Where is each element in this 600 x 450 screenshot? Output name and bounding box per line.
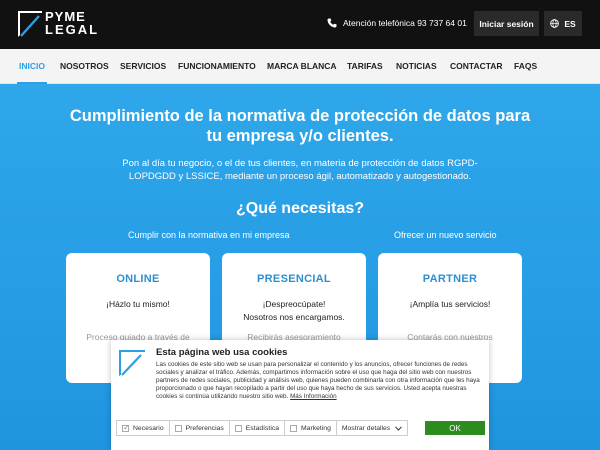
nav-item-funcionamiento[interactable]: FUNCIONAMIENTO [178, 49, 256, 84]
nav-item-noticias[interactable]: NOTICIAS [396, 49, 437, 84]
option-necesario: Necesario [117, 421, 170, 435]
marketing-checkbox[interactable] [290, 424, 298, 432]
cookie-logo-icon [119, 350, 145, 376]
login-button[interactable]: Iniciar sesión [474, 11, 539, 36]
option-label: Preferencias [185, 424, 224, 432]
card-subtitle: ¡Amplía tus servicios! [409, 299, 491, 309]
more-info-link[interactable]: Más Información [290, 393, 337, 400]
subheading-new-service: Ofrecer un nuevo servicio [394, 230, 497, 240]
nav-item-contactar[interactable]: CONTACTAR [450, 49, 503, 84]
cookie-title: Esta página web usa cookies [156, 347, 288, 358]
option-label: Estadística [245, 424, 280, 432]
option-label: Necesario [133, 424, 164, 432]
details-label: Mostrar detalles [341, 424, 391, 432]
nav-item-inicio[interactable]: INICIO [17, 49, 47, 84]
subheading-own-company: Cumplir con la normativa en mi empresa [128, 230, 290, 240]
option-label: Marketing [301, 424, 331, 432]
language-selector[interactable]: ES [544, 11, 582, 36]
option-marketing[interactable]: Marketing [285, 421, 337, 435]
logo-mark-icon [18, 11, 42, 37]
cookie-ok-button[interactable]: OK [425, 421, 485, 435]
option-estadistica[interactable]: Estadística [230, 421, 286, 435]
language-label: ES [564, 18, 576, 29]
question-heading: ¿Qué necesitas? [235, 200, 365, 217]
nav-item-faqs[interactable]: FAQS [514, 49, 537, 84]
phone-icon [327, 18, 337, 28]
phone-contact[interactable]: Atención telefónica 93 737 64 01 [327, 18, 467, 28]
nav-item-nosotros[interactable]: NOSOTROS [60, 49, 109, 84]
preferencias-checkbox[interactable] [174, 424, 182, 432]
nav-item-tarifas[interactable]: TARIFAS [347, 49, 383, 84]
nav-item-servicios[interactable]: SERVICIOS [120, 49, 166, 84]
cookie-preferences: Necesario Preferencias Estadística Marke… [116, 420, 409, 436]
main-nav: INICIO NOSOTROS SERVICIOS FUNCIONAMIENTO… [0, 49, 600, 84]
card-title: PARTNER [422, 273, 478, 285]
option-preferencias[interactable]: Preferencias [170, 421, 230, 435]
nav-item-marca-blanca[interactable]: MARCA BLANCA [267, 49, 337, 84]
top-bar: PYME LEGAL Atención telefónica 93 737 64… [0, 0, 600, 49]
hero-title: Cumplimiento de la normativa de protecci… [69, 107, 531, 145]
cookie-banner: Esta página web usa cookies Las cookies … [111, 340, 489, 450]
cookie-text: Las cookies de este sitio web se usan pa… [156, 361, 484, 401]
card-title: ONLINE [116, 273, 160, 285]
estadistica-checkbox[interactable] [234, 424, 242, 432]
logo[interactable]: PYME LEGAL [17, 10, 97, 38]
phone-text: Atención telefónica 93 737 64 01 [343, 18, 467, 28]
chevron-down-icon [395, 425, 403, 431]
card-subtitle: ¡Házlo tu mismo! [106, 299, 170, 309]
necesario-checkbox [122, 423, 130, 432]
card-title: PRESENCIAL [257, 273, 331, 285]
card-subtitle: ¡Despreocúpate! Nosotros nos encargamos. [243, 299, 345, 322]
show-details-toggle[interactable]: Mostrar detalles [337, 421, 407, 435]
logo-text-bottom: LEGAL [45, 22, 100, 37]
globe-icon [550, 19, 560, 28]
hero-description: Pon al día tu negocio, o el de tus clien… [122, 158, 478, 182]
